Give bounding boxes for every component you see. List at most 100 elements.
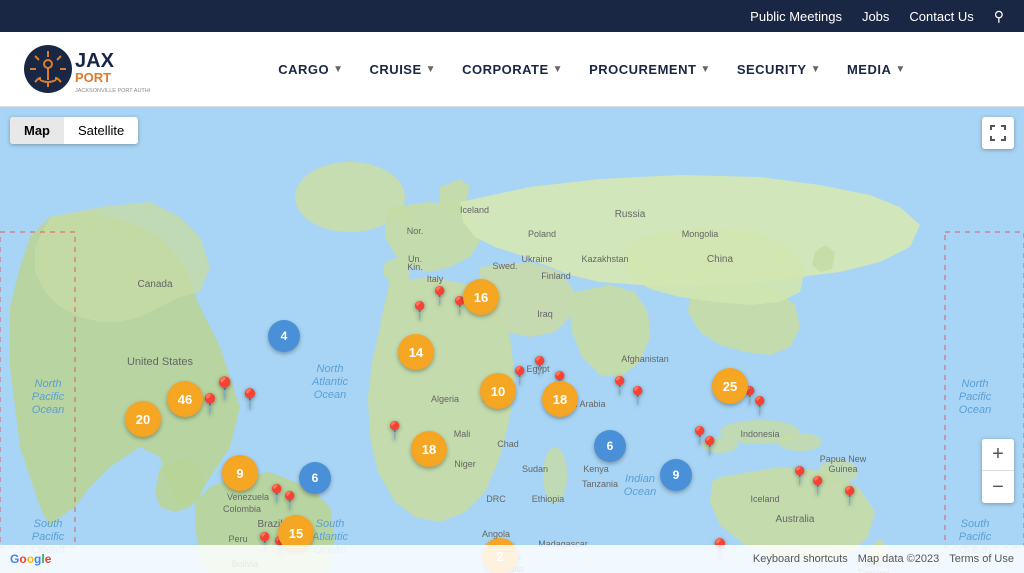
map-pin-7[interactable]: 📍 [384,421,406,442]
svg-text:Italy: Italy [427,274,444,284]
chevron-down-icon: ▼ [553,64,563,75]
nav-security[interactable]: SECURITY ▼ [727,54,831,85]
zoom-out-button[interactable]: − [982,471,1014,503]
google-logo: Google [10,552,51,566]
svg-text:Indonesia: Indonesia [740,429,779,439]
chevron-down-icon: ▼ [426,64,436,75]
map-footer: Google Keyboard shortcuts Map data ©2023… [0,545,1024,573]
keyboard-shortcuts-link[interactable]: Keyboard shortcuts [753,553,848,565]
chevron-down-icon: ▼ [700,64,710,75]
nav-corporate-label: CORPORATE [462,62,549,77]
nav-cruise-label: CRUISE [370,62,422,77]
svg-text:Mongolia: Mongolia [682,229,719,239]
jobs-link[interactable]: Jobs [862,9,889,24]
svg-text:Atlantic: Atlantic [311,376,349,388]
cluster-marker-orange-16[interactable]: 16 [463,279,499,315]
map-button[interactable]: Map [10,117,64,144]
svg-text:Guinea: Guinea [828,464,857,474]
svg-text:Russia: Russia [615,209,646,220]
nav-cargo-label: CARGO [278,62,329,77]
svg-text:North: North [317,363,344,375]
svg-text:United States: United States [127,356,194,368]
cluster-marker-orange-25[interactable]: 25 [712,368,748,404]
svg-text:China: China [707,254,734,265]
chevron-down-icon: ▼ [333,64,343,75]
map-pin-16[interactable]: 📍 [807,476,829,497]
svg-text:Peru: Peru [228,534,247,544]
cluster-marker-blue-6a[interactable]: 6 [299,462,331,494]
svg-text:South: South [34,518,63,530]
nav-cargo[interactable]: CARGO ▼ [268,54,353,85]
svg-text:Pacific: Pacific [32,391,65,403]
map-pin-17[interactable]: 📍 [839,486,861,507]
svg-text:Finland: Finland [541,271,571,281]
svg-text:Mali: Mali [454,429,471,439]
svg-text:Canada: Canada [137,279,172,290]
svg-text:Nor.: Nor. [407,226,424,236]
svg-text:Papua New: Papua New [820,454,867,464]
svg-text:Niger: Niger [454,459,476,469]
search-icon[interactable]: ⚲ [994,8,1004,25]
svg-text:Indian: Indian [625,473,655,485]
cluster-marker-orange-20[interactable]: 20 [125,401,161,437]
svg-text:Colombia: Colombia [223,504,261,514]
svg-text:Pacific: Pacific [959,391,992,403]
map-type-control: Map Satellite [10,117,138,144]
svg-text:South: South [316,518,345,530]
cluster-marker-orange-9[interactable]: 9 [222,455,258,491]
map-pin-22[interactable]: 📍 [279,491,301,512]
svg-text:Ukraine: Ukraine [521,254,552,264]
svg-text:Tanzania: Tanzania [582,479,618,489]
svg-text:Kenya: Kenya [583,464,609,474]
svg-text:Iceland: Iceland [750,494,779,504]
svg-text:Pacific: Pacific [959,531,992,543]
svg-text:Poland: Poland [528,229,556,239]
map-pin-6[interactable]: 📍 [409,301,431,322]
svg-text:Venezuela: Venezuela [227,492,269,502]
svg-text:Chad: Chad [497,439,519,449]
svg-text:Iceland: Iceland [460,205,489,215]
nav-corporate[interactable]: CORPORATE ▼ [452,54,573,85]
svg-text:North: North [962,378,989,390]
svg-text:Ocean: Ocean [314,389,346,401]
contact-us-link[interactable]: Contact Us [909,9,973,24]
logo[interactable]: JAX PORT JACKSONVILLE PORT AUTHORITY [20,42,150,97]
satellite-button[interactable]: Satellite [64,117,138,144]
map-pin-9[interactable]: 📍 [627,386,649,407]
svg-text:Afghanistan: Afghanistan [621,354,669,364]
terms-of-use-link[interactable]: Terms of Use [949,553,1014,565]
map-container[interactable]: North Pacific Ocean North Atlantic Ocean… [0,107,1024,573]
cluster-marker-orange-18b[interactable]: 18 [411,431,447,467]
svg-text:Atlantic: Atlantic [311,531,349,543]
cluster-marker-blue-9a[interactable]: 9 [660,459,692,491]
map-pin-2[interactable]: 📍 [238,387,263,412]
svg-text:Algeria: Algeria [431,394,459,404]
svg-text:Kin.: Kin. [407,262,423,272]
nav-procurement[interactable]: PROCUREMENT ▼ [579,54,721,85]
fullscreen-button[interactable] [982,117,1014,149]
map-pin-14[interactable]: 📍 [689,426,711,447]
cluster-marker-orange-14[interactable]: 14 [398,334,434,370]
public-meetings-link[interactable]: Public Meetings [750,9,842,24]
main-nav: JAX PORT JACKSONVILLE PORT AUTHORITY CAR… [0,32,1024,107]
svg-text:JAX: JAX [75,50,115,72]
cluster-marker-orange-46[interactable]: 46 [167,381,203,417]
cluster-marker-blue-4a[interactable]: 4 [268,320,300,352]
cluster-marker-blue-6c[interactable]: 6 [594,430,626,462]
nav-items: CARGO ▼ CRUISE ▼ CORPORATE ▼ PROCUREMENT… [180,54,1004,85]
svg-text:Ocean: Ocean [32,404,64,416]
svg-text:Ocean: Ocean [624,486,656,498]
svg-text:North: North [35,378,62,390]
nav-cruise[interactable]: CRUISE ▼ [360,54,447,85]
nav-media[interactable]: MEDIA ▼ [837,54,916,85]
cluster-marker-orange-10[interactable]: 10 [480,373,516,409]
svg-text:DRC: DRC [486,494,506,504]
nav-security-label: SECURITY [737,62,807,77]
svg-text:Australia: Australia [776,514,815,525]
map-pin-20[interactable]: 📍 [749,396,771,417]
zoom-in-button[interactable]: + [982,439,1014,471]
cluster-marker-orange-18a[interactable]: 18 [542,381,578,417]
svg-text:Kazakhstan: Kazakhstan [581,254,628,264]
svg-text:Swed.: Swed. [492,261,517,271]
chevron-down-icon: ▼ [895,64,905,75]
